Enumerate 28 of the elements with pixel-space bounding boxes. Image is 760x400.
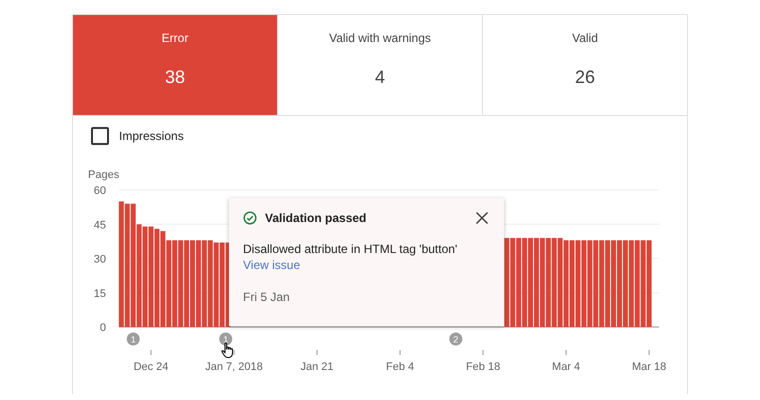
- x-tick-label: Feb 4: [386, 361, 414, 373]
- event-marker[interactable]: 1: [126, 332, 140, 346]
- issue-message: Disallowed attribute in HTML tag 'button': [243, 242, 458, 256]
- status-tab[interactable]: Valid 26: [483, 15, 687, 115]
- y-tick-label: 30: [94, 254, 106, 266]
- checkbox-label: Impressions: [119, 129, 184, 143]
- tooltip-date: Fri 5 Jan: [243, 290, 291, 304]
- x-tick-label: Mar 18: [632, 361, 666, 373]
- y-tick-label: 60: [94, 185, 106, 197]
- view-issue-link[interactable]: View issue: [243, 258, 300, 272]
- status-tab[interactable]: Error 38: [73, 15, 278, 115]
- close-icon[interactable]: [475, 211, 489, 225]
- y-tick-label: 0: [100, 322, 106, 334]
- x-tick-label: Feb 18: [466, 361, 500, 373]
- event-marker[interactable]: 1: [219, 332, 232, 346]
- checkbox[interactable]: [91, 127, 109, 145]
- hand-cursor-icon: [221, 342, 235, 359]
- event-marker[interactable]: 2: [449, 332, 462, 346]
- status-tab[interactable]: Valid with warnings 4: [278, 15, 483, 115]
- check-circle-icon: [243, 211, 257, 225]
- y-tick-label: 15: [94, 288, 106, 300]
- x-tick-label: Jan 21: [300, 361, 334, 373]
- y-tick-label: 45: [94, 219, 106, 232]
- tooltip-title: Validation passed: [265, 211, 368, 225]
- x-tick-label: Mar 4: [552, 361, 580, 373]
- x-tick-label: Jan 7, 2018: [205, 361, 263, 373]
- x-tick-label: Dec 24: [134, 361, 168, 373]
- y-axis-label: Pages: [88, 169, 120, 181]
